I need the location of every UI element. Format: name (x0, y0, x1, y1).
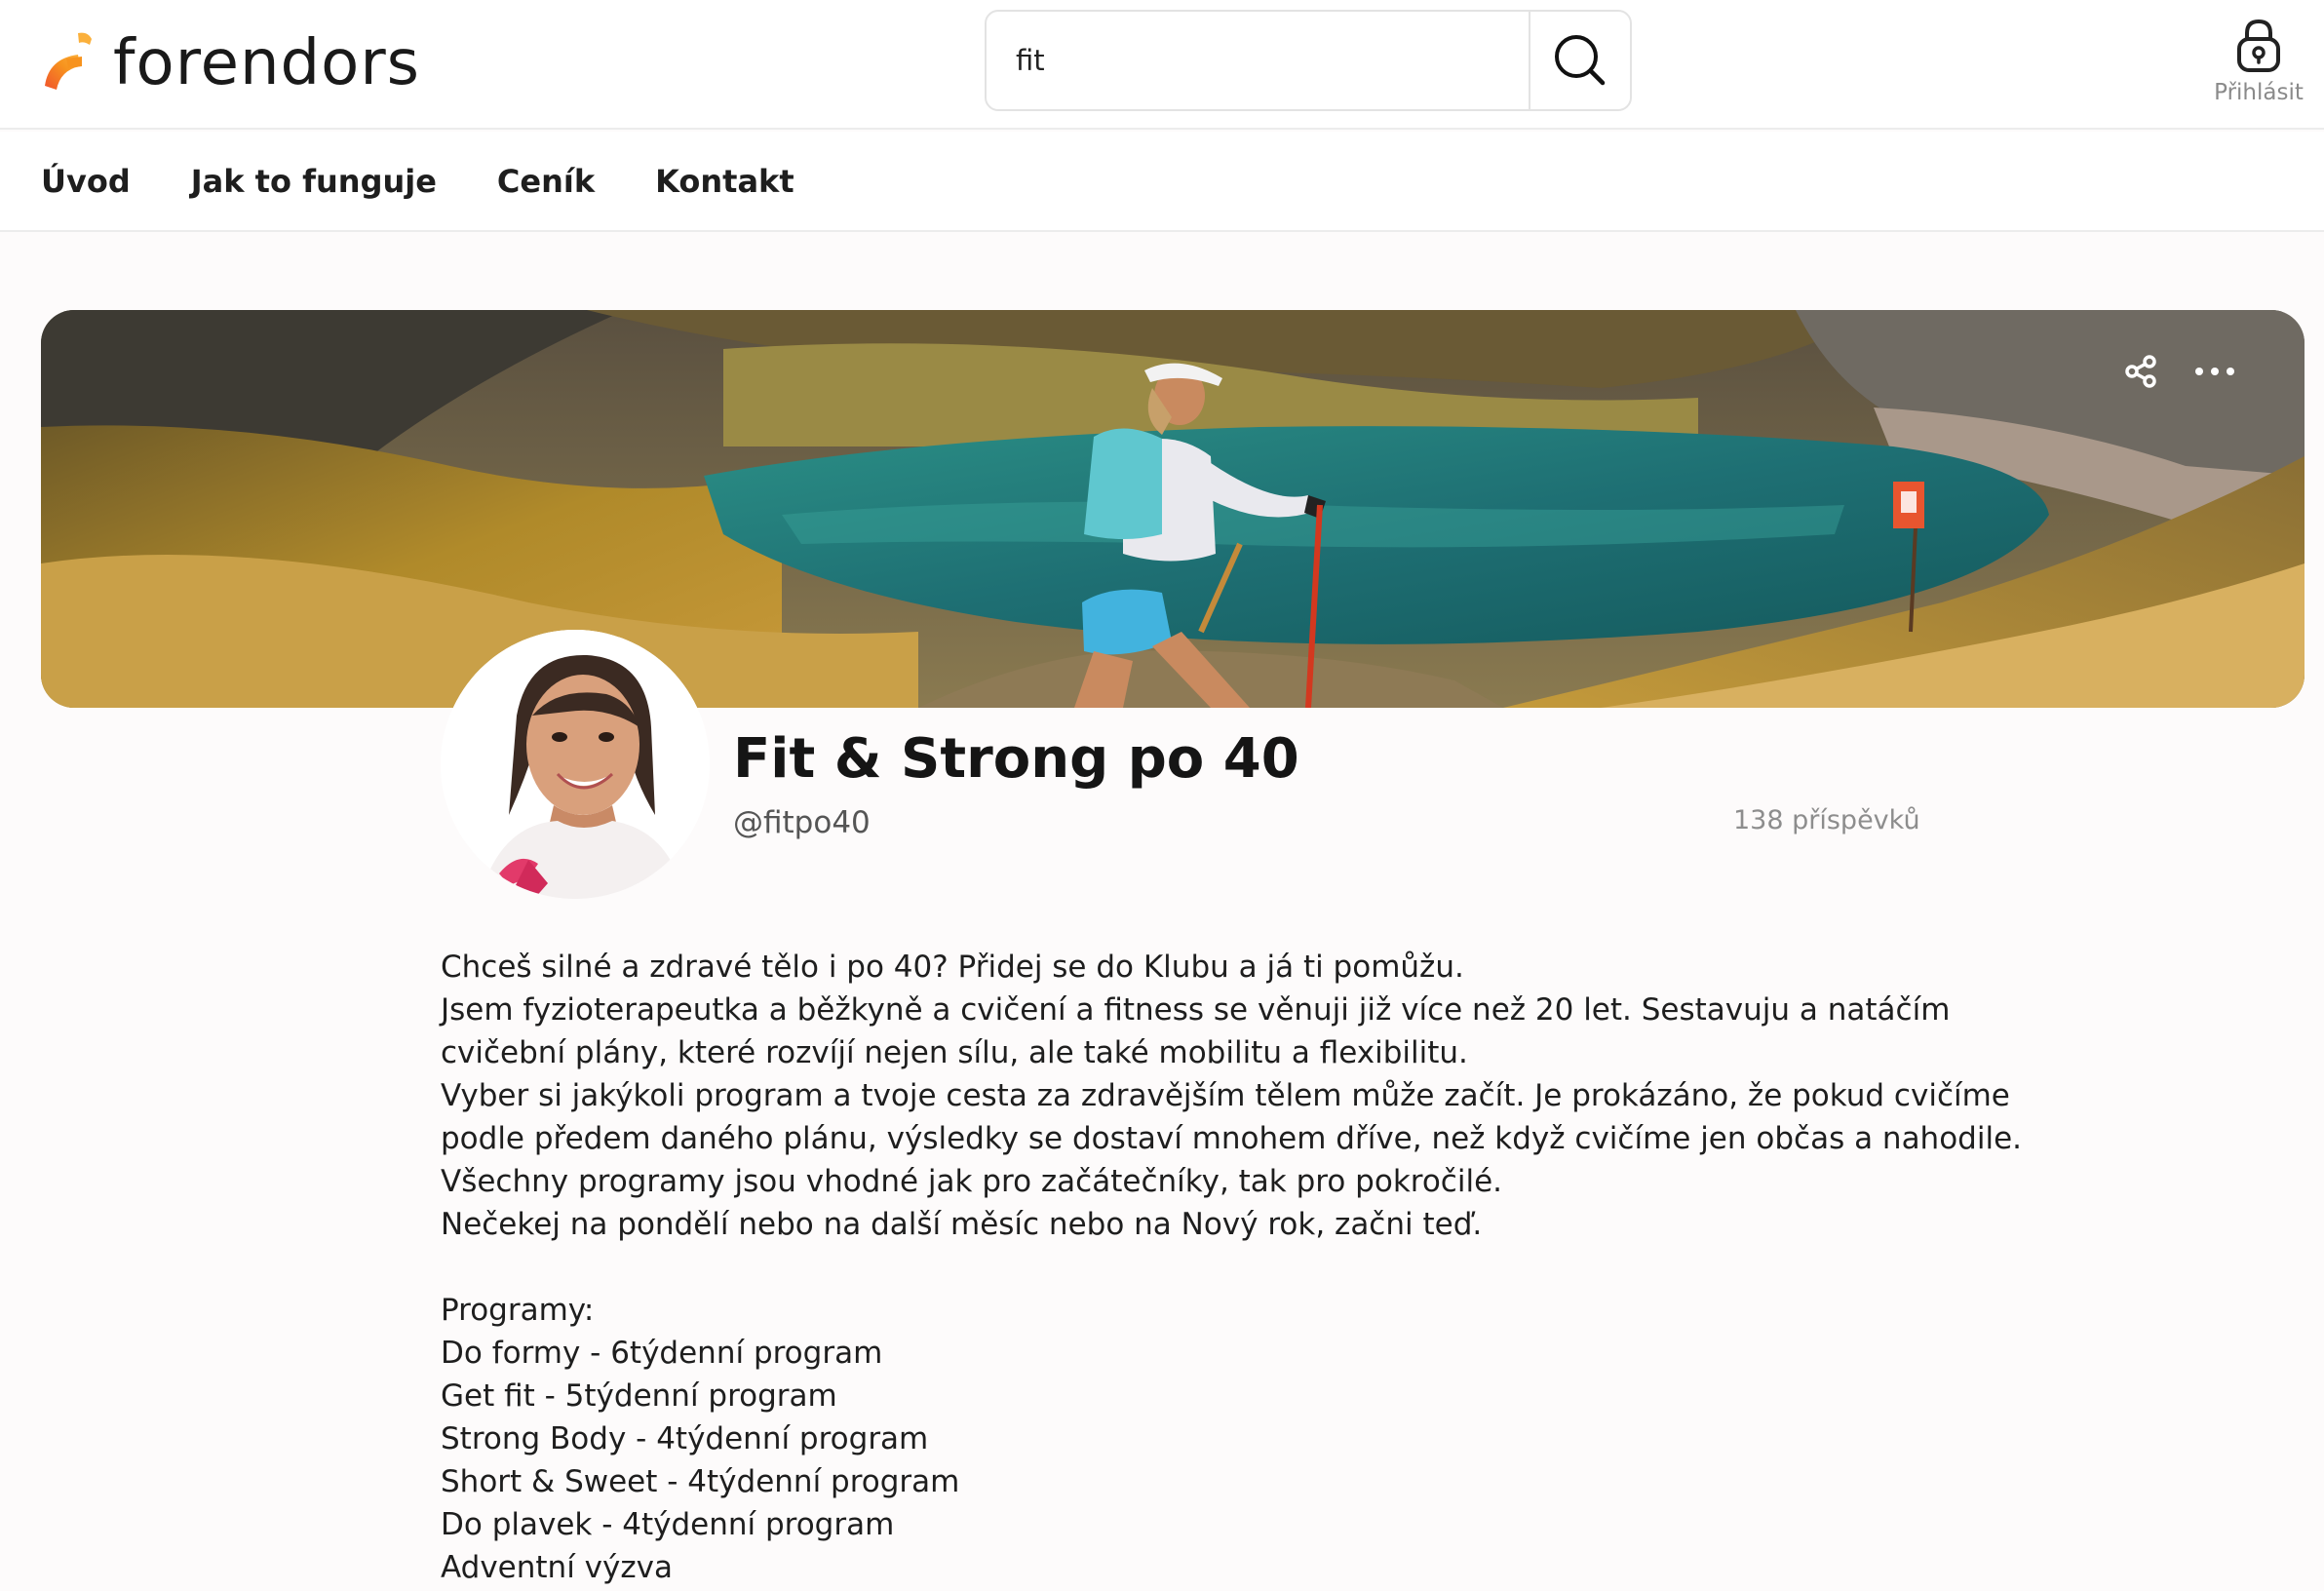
search-input[interactable] (987, 12, 1529, 109)
bio-spacer (441, 1246, 1922, 1289)
bio-line: podle předem daného plánu, výsledky se d… (441, 1121, 2023, 1156)
bio-line: cvičební plány, které rozvíjí nejen sílu… (441, 1035, 1468, 1070)
programs-heading: Programy: (441, 1293, 595, 1328)
lock-icon (2237, 19, 2280, 72)
avatar[interactable] (441, 630, 710, 899)
nav-item-uvod[interactable]: Úvod (41, 163, 131, 200)
program-item: Get fit - 5týdenní program (441, 1378, 837, 1414)
profile-handle: @fitpo40 (733, 805, 871, 840)
post-count: 138 příspěvků (1733, 805, 1920, 835)
cover-banner (41, 310, 2305, 708)
program-item: Do formy - 6týdenní program (441, 1336, 883, 1371)
bio-line: Všechny programy jsou vhodné jak pro zač… (441, 1164, 1502, 1199)
more-options-button[interactable] (2190, 347, 2239, 396)
bio-line: Vyber si jakýkoli program a tvoje cesta … (441, 1078, 2010, 1113)
bio-line: Jsem fyzioterapeutka a běžkyně a cvičení… (441, 992, 1951, 1028)
forendors-logo[interactable]: forendors (39, 27, 420, 99)
top-header: forendors Přihlásit (0, 0, 2324, 130)
more-options-icon (2195, 368, 2234, 375)
search-icon (1555, 35, 1606, 86)
share-button[interactable] (2117, 347, 2166, 396)
bio-line: Nečekej na pondělí nebo na další měsíc n… (441, 1207, 1483, 1242)
search-button[interactable] (1529, 12, 1630, 109)
profile-bio: Chceš silné a zdravé tělo i po 40? Přide… (441, 946, 2023, 1589)
logo-text: forendors (113, 27, 420, 99)
program-item: Adventní výzva (441, 1550, 673, 1585)
nav-item-kontakt[interactable]: Kontakt (655, 163, 794, 200)
main-nav: Úvod Jak to funguje Ceník Kontakt (0, 132, 2324, 232)
login-label: Přihlásit (2214, 80, 2304, 105)
program-item: Strong Body - 4týdenní program (441, 1421, 929, 1456)
logo-mark-icon (45, 32, 92, 90)
nav-item-cenik[interactable]: Ceník (497, 163, 595, 200)
profile-name: Fit & Strong po 40 (733, 727, 1299, 791)
cover-image (41, 310, 2305, 708)
program-item: Do plavek - 4týdenní program (441, 1507, 895, 1542)
bio-line: Chceš silné a zdravé tělo i po 40? Přide… (441, 950, 1464, 985)
nav-item-jak-to-funguje[interactable]: Jak to funguje (191, 163, 437, 200)
program-item: Short & Sweet - 4týdenní program (441, 1464, 960, 1499)
search-box (985, 10, 1632, 111)
avatar-photo (441, 630, 710, 899)
login-button[interactable]: Přihlásit (2205, 18, 2312, 105)
share-icon (2125, 355, 2156, 388)
